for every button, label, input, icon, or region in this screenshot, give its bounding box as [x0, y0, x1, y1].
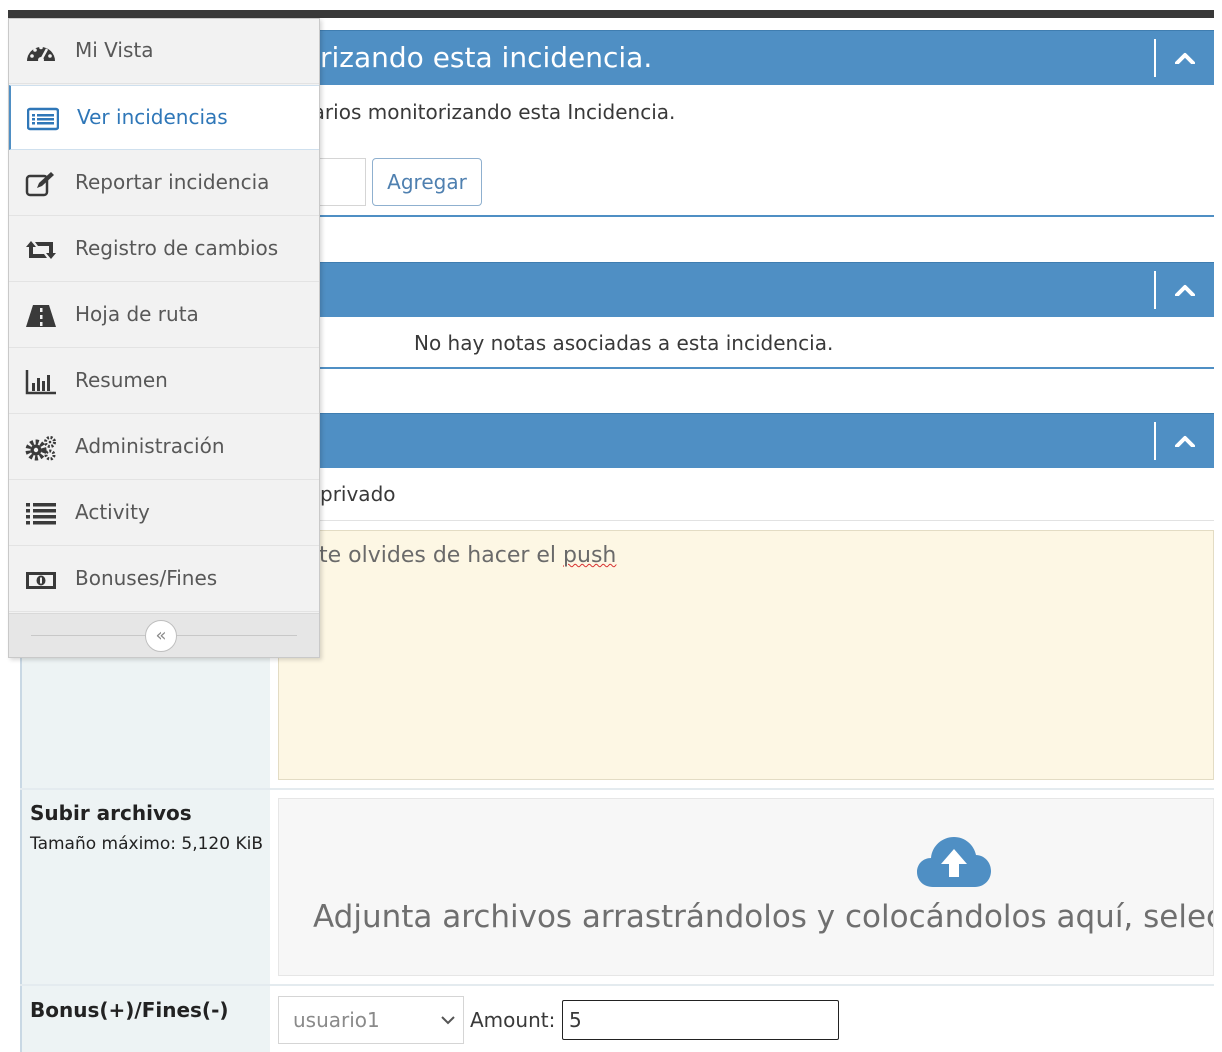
private-checkbox-label[interactable]: privado [320, 482, 396, 506]
sidebar-item-label: Registro de cambios [75, 236, 279, 260]
sidebar-item-resumen[interactable]: Resumen [9, 349, 319, 414]
row-divider [20, 984, 1214, 986]
list-icon [27, 107, 59, 131]
sidebar-item-hoja-de-ruta[interactable]: Hoja de ruta [9, 283, 319, 348]
file-dropzone[interactable]: Adjunta archivos arrastrándolos y colocá… [278, 798, 1214, 976]
sidebar-item-label: Hoja de ruta [75, 302, 199, 326]
note-text: te olvides de hacer el push [319, 543, 617, 568]
row-divider [270, 520, 1214, 521]
sidebar-item-bonuses-fines[interactable]: Bonuses/Fines [9, 547, 319, 612]
sidebar-item-activity[interactable]: Activity [9, 481, 319, 546]
row-divider [20, 788, 1214, 790]
chevron-up-icon [1175, 436, 1195, 447]
upload-files-label: Subir archivos [30, 801, 192, 825]
sidebar-item-label: Resumen [75, 368, 168, 392]
list-lines-icon [26, 503, 56, 525]
dropzone-text: Adjunta archivos arrastrándolos y colocá… [313, 899, 1214, 935]
sidebar-collapse-bar: « [9, 613, 319, 657]
gears-icon [25, 436, 56, 461]
sidebar-menu: Mi Vista Ver incidencias Reportar incide… [8, 18, 320, 658]
bonus-fines-label: Bonus(+)/Fines(-) [30, 998, 229, 1022]
sidebar-item-reportar-incidencia[interactable]: Reportar incidencia [9, 151, 319, 216]
sidebar-item-administracion[interactable]: Administración [9, 415, 319, 480]
chevron-up-icon [1175, 285, 1195, 296]
monitoring-widget-title: rizando esta incidencia. [320, 41, 653, 74]
top-navbar [8, 10, 1214, 18]
upload-max-size: Tamaño máximo: 5,120 KiB [30, 834, 264, 854]
dashboard-icon [27, 45, 55, 63]
add-note-collapse-toggle[interactable] [1154, 422, 1214, 460]
user-select-value: usuario1 [293, 1008, 380, 1032]
sidebar-item-label: Reportar incidencia [75, 170, 270, 194]
sidebar-item-registro-cambios[interactable]: Registro de cambios [9, 217, 319, 282]
user-select[interactable]: usuario1 [278, 996, 464, 1044]
sidebar-item-label: Ver incidencias [77, 105, 228, 129]
cloud-upload-icon [917, 837, 991, 887]
retweet-icon [26, 241, 56, 259]
note-textarea[interactable]: te olvides de hacer el push [278, 530, 1214, 780]
sidebar-item-mi-vista[interactable]: Mi Vista [9, 19, 319, 84]
sidebar-collapse-button[interactable]: « [145, 620, 177, 652]
sidebar-item-label: Bonuses/Fines [75, 566, 218, 590]
chevron-down-icon [441, 1016, 455, 1025]
monitoring-users-text: uarios monitorizando esta Incidencia. [300, 100, 676, 124]
money-icon [26, 572, 56, 589]
sidebar-item-ver-incidencias[interactable]: Ver incidencias [9, 85, 319, 150]
notes-collapse-toggle[interactable] [1154, 271, 1214, 309]
sidebar-item-label: Activity [75, 500, 150, 524]
edit-icon [25, 172, 54, 197]
bar-chart-icon [25, 370, 56, 395]
chevron-up-icon [1175, 53, 1195, 64]
road-icon [26, 305, 56, 327]
add-monitor-button[interactable]: Agregar [372, 158, 482, 206]
monitoring-collapse-toggle[interactable] [1154, 39, 1214, 77]
misspelled-word: push [563, 543, 617, 568]
sidebar-item-label: Administración [75, 434, 225, 458]
no-notes-text: No hay notas asociadas a esta incidencia… [414, 331, 834, 355]
amount-label: Amount: [470, 1008, 556, 1032]
amount-input[interactable]: 5 [562, 1000, 839, 1040]
sidebar-item-label: Mi Vista [75, 38, 154, 62]
